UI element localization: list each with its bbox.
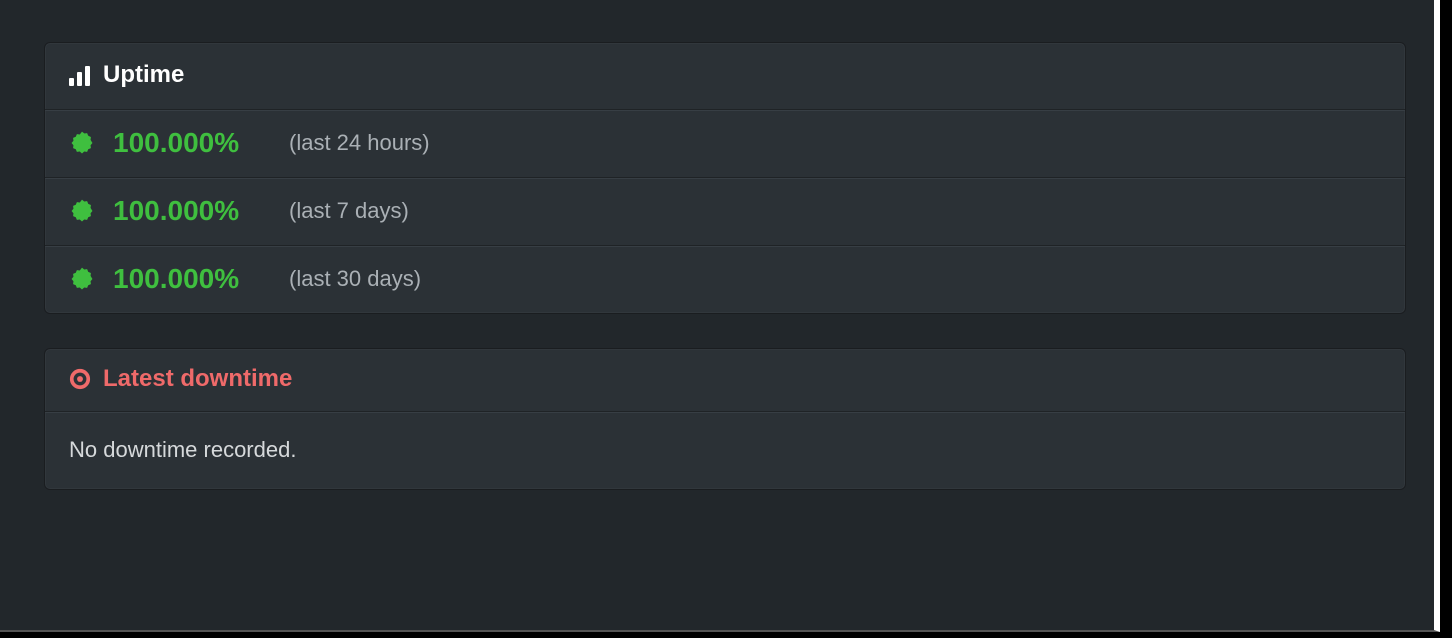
dashboard-frame: Uptime 100.000% (last 24 hours) 100.000%… bbox=[0, 0, 1440, 632]
uptime-period: (last 7 days) bbox=[289, 198, 409, 224]
uptime-period: (last 30 days) bbox=[289, 266, 421, 292]
uptime-period: (last 24 hours) bbox=[289, 130, 430, 156]
uptime-value: 100.000% bbox=[113, 195, 271, 227]
record-icon bbox=[69, 368, 91, 390]
downtime-panel-header: Latest downtime bbox=[45, 349, 1405, 412]
downtime-panel-title: Latest downtime bbox=[103, 365, 292, 393]
uptime-panel-header: Uptime bbox=[45, 43, 1405, 110]
downtime-body-text: No downtime recorded. bbox=[45, 412, 1405, 489]
uptime-row: 100.000% (last 24 hours) bbox=[45, 110, 1405, 178]
uptime-row: 100.000% (last 7 days) bbox=[45, 178, 1405, 246]
status-seal-icon bbox=[69, 130, 95, 156]
uptime-panel: Uptime 100.000% (last 24 hours) 100.000%… bbox=[44, 42, 1406, 314]
bar-chart-icon bbox=[69, 64, 91, 86]
uptime-value: 100.000% bbox=[113, 127, 271, 159]
uptime-rows: 100.000% (last 24 hours) 100.000% (last … bbox=[45, 110, 1405, 313]
uptime-panel-title: Uptime bbox=[103, 61, 184, 89]
status-seal-icon bbox=[69, 266, 95, 292]
uptime-row: 100.000% (last 30 days) bbox=[45, 246, 1405, 313]
downtime-panel: Latest downtime No downtime recorded. bbox=[44, 348, 1406, 490]
status-seal-icon bbox=[69, 198, 95, 224]
uptime-value: 100.000% bbox=[113, 263, 271, 295]
